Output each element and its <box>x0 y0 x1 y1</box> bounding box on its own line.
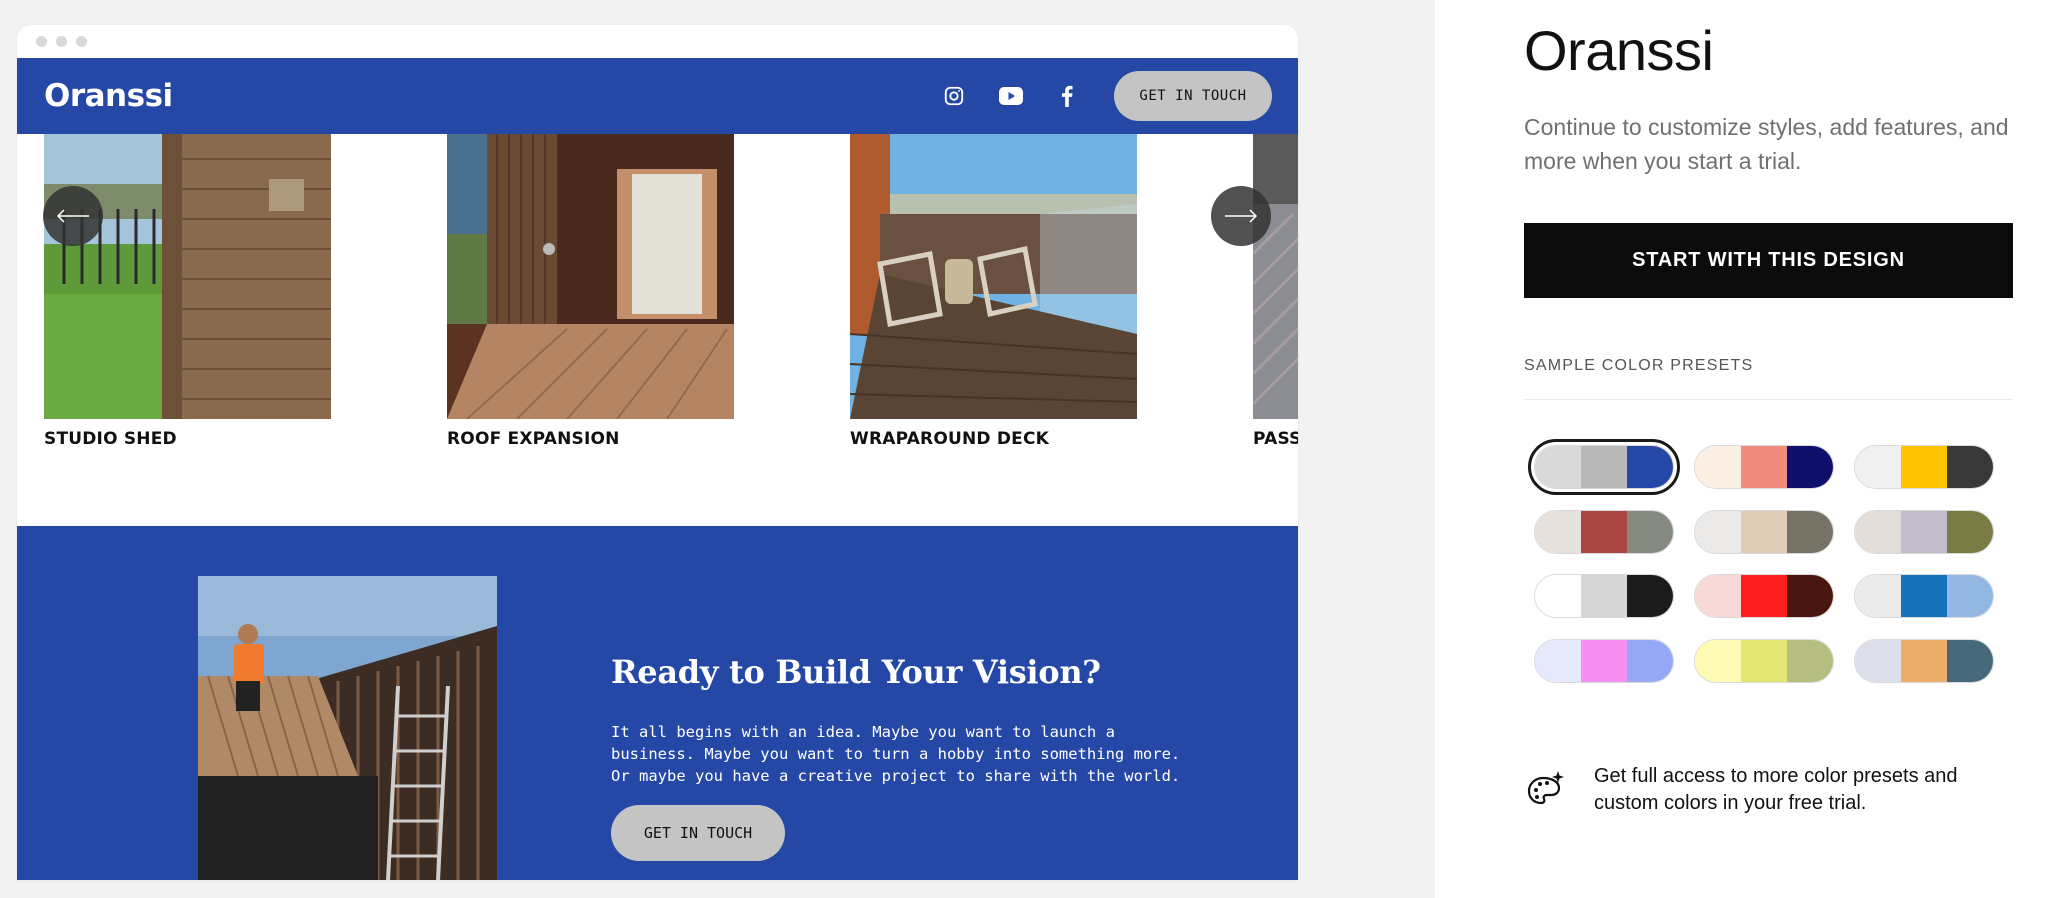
color-preset-swatch[interactable] <box>1534 639 1674 683</box>
swatch-color <box>1535 511 1581 553</box>
divider <box>1524 399 2013 400</box>
template-panel: Oranssi Continue to customize styles, ad… <box>1435 0 2048 898</box>
gallery-next-button[interactable] <box>1211 186 1271 246</box>
upsell-message: Get full access to more color presets an… <box>1594 765 1958 814</box>
swatch-color <box>1741 575 1787 617</box>
swatch-color <box>1901 575 1947 617</box>
swatch-color <box>1947 575 1993 617</box>
swatch-color <box>1901 446 1947 488</box>
color-preset-swatch[interactable] <box>1854 639 1994 683</box>
color-preset-swatch[interactable] <box>1534 510 1674 554</box>
swatch-color <box>1581 575 1627 617</box>
browser-frame: Oranssi GET IN TOUCH STUDIO SHED ROOF EX… <box>17 25 1298 880</box>
header-get-in-touch-button[interactable]: GET IN TOUCH <box>1114 71 1272 121</box>
color-preset-swatch[interactable] <box>1694 445 1834 489</box>
gallery-image <box>850 134 1137 419</box>
swatch-color <box>1855 511 1901 553</box>
gallery-caption: WRAPAROUND DECK <box>850 429 1050 449</box>
swatch-color <box>1581 446 1627 488</box>
swatch-color <box>1855 640 1901 682</box>
gallery-caption: PASS <box>1253 429 1298 449</box>
swatch-color <box>1695 640 1741 682</box>
swatch-color <box>1787 511 1833 553</box>
window-dot <box>36 36 47 47</box>
gallery-card[interactable]: PASS <box>1253 134 1298 449</box>
swatch-color <box>1901 640 1947 682</box>
color-preset-swatch[interactable] <box>1854 445 1994 489</box>
swatch-color <box>1535 640 1581 682</box>
gallery-caption: STUDIO SHED <box>44 429 177 449</box>
gallery-card[interactable]: WRAPAROUND DECK <box>850 134 1137 449</box>
swatch-color <box>1741 446 1787 488</box>
cta-body-line: It all begins with an idea. Maybe you wa… <box>611 723 1115 741</box>
swatch-color <box>1535 446 1581 488</box>
swatch-color <box>1627 575 1673 617</box>
swatch-color <box>1787 640 1833 682</box>
site-header: Oranssi GET IN TOUCH <box>17 58 1298 134</box>
swatch-color <box>1947 511 1993 553</box>
gallery-card[interactable]: STUDIO SHED <box>44 134 331 449</box>
swatch-color <box>1695 575 1741 617</box>
site-logo[interactable]: Oranssi <box>44 78 173 114</box>
swatch-color <box>1787 575 1833 617</box>
swatch-color <box>1627 511 1673 553</box>
youtube-icon[interactable] <box>997 82 1025 110</box>
color-preset-swatch[interactable] <box>1694 574 1834 618</box>
color-preset-swatch[interactable] <box>1528 439 1680 495</box>
swatch-color <box>1855 446 1901 488</box>
swatch-color <box>1901 511 1947 553</box>
swatch-color <box>1627 640 1673 682</box>
window-dot <box>76 36 87 47</box>
color-presets-label: SAMPLE COLOR PRESETS <box>1524 357 1754 374</box>
cta-body-line: business. Maybe you want to turn a hobby… <box>611 745 1181 763</box>
gallery-image <box>1253 134 1298 419</box>
start-with-design-button[interactable]: START WITH THIS DESIGN <box>1524 223 2013 298</box>
color-preset-swatch[interactable] <box>1854 574 1994 618</box>
cta-image <box>198 576 497 880</box>
swatch-color <box>1627 446 1673 488</box>
gallery-caption: ROOF EXPANSION <box>447 429 620 449</box>
gallery-image <box>447 134 734 419</box>
color-preset-swatch[interactable] <box>1694 639 1834 683</box>
window-dot <box>56 36 67 47</box>
color-preset-swatch[interactable] <box>1854 510 1994 554</box>
swatch-color <box>1535 575 1581 617</box>
swatch-color <box>1741 640 1787 682</box>
cta-section: Ready to Build Your Vision? It all begin… <box>17 526 1298 880</box>
color-preset-swatch[interactable] <box>1694 510 1834 554</box>
project-gallery: STUDIO SHED ROOF EXPANSION WRAPAROUND DE… <box>17 134 1298 501</box>
swatch-color <box>1581 511 1627 553</box>
swatch-color <box>1947 640 1993 682</box>
color-preset-swatch[interactable] <box>1534 574 1674 618</box>
swatch-color <box>1581 640 1627 682</box>
swatch-color <box>1695 446 1741 488</box>
cta-get-in-touch-button[interactable]: GET IN TOUCH <box>611 805 785 861</box>
cta-body: It all begins with an idea. Maybe you wa… <box>611 721 1231 787</box>
swatch-color <box>1947 446 1993 488</box>
arrow-right-icon <box>1225 209 1258 223</box>
swatch-color <box>1695 511 1741 553</box>
template-title: Oranssi <box>1524 19 1714 82</box>
instagram-icon[interactable] <box>940 82 968 110</box>
gallery-prev-button[interactable] <box>43 186 103 246</box>
palette-sparkle-icon <box>1527 771 1564 805</box>
arrow-left-icon <box>56 209 89 223</box>
template-description: Continue to customize styles, add featur… <box>1524 114 2009 174</box>
cta-body-line: Or maybe you have a creative project to … <box>611 767 1181 785</box>
gallery-image <box>44 134 331 419</box>
gallery-card[interactable]: ROOF EXPANSION <box>447 134 734 449</box>
swatch-color <box>1741 511 1787 553</box>
swatch-color <box>1855 575 1901 617</box>
facebook-icon[interactable] <box>1053 82 1081 110</box>
swatch-color <box>1787 446 1833 488</box>
browser-chrome <box>17 25 1298 58</box>
cta-title: Ready to Build Your Vision? <box>611 653 1101 691</box>
